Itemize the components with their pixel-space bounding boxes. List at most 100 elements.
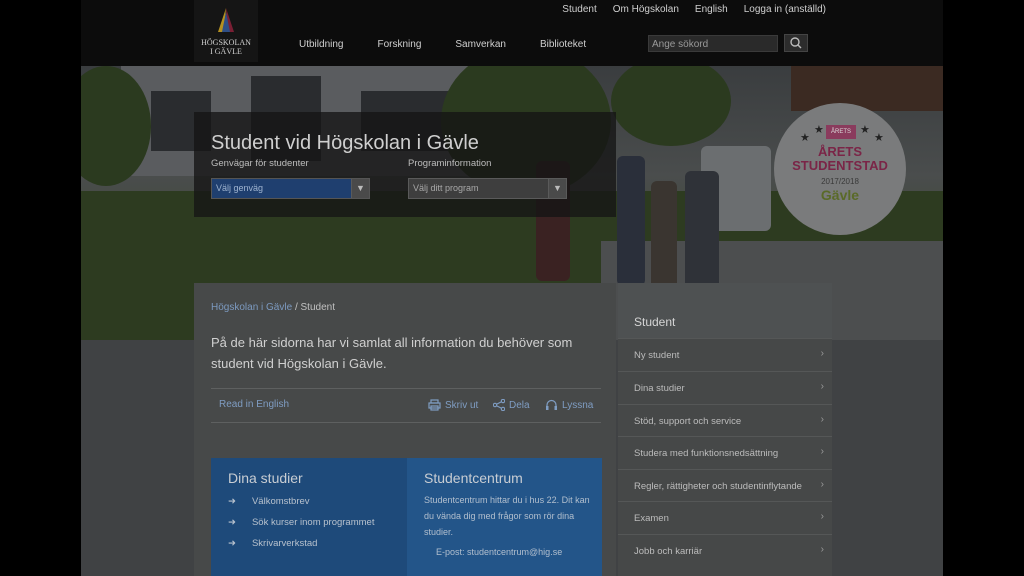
sidebar-item-stod[interactable]: Stöd, support och service ›	[618, 404, 832, 436]
sidebar-item-label: Examen	[634, 513, 669, 524]
chevron-right-icon: ›	[820, 544, 824, 555]
top-link-student[interactable]: Student	[562, 4, 596, 15]
logo[interactable]: HÖGSKOLAN I GÄVLE	[194, 0, 258, 62]
program-select[interactable]: Välj ditt program ▼	[408, 178, 567, 199]
star-icon: ★	[874, 132, 884, 144]
star-icon: ★	[860, 124, 870, 136]
sidebar-item-label: Dina studier	[634, 383, 685, 394]
search-input[interactable]: Ange sökord	[648, 35, 778, 52]
logo-text: HÖGSKOLAN I GÄVLE	[194, 38, 258, 56]
person	[651, 181, 677, 291]
sidebar-item-examen[interactable]: Examen ›	[618, 501, 832, 533]
logo-line2: I GÄVLE	[210, 47, 242, 56]
printer-icon	[428, 399, 441, 411]
arrow-right-icon: ➜	[228, 517, 236, 528]
logo-icon	[218, 8, 234, 32]
nav-samverkan[interactable]: Samverkan	[455, 39, 506, 50]
chevron-right-icon: ›	[820, 414, 824, 425]
sidebar-header: Student	[618, 283, 832, 338]
badge-line2: STUDENTSTAD	[792, 158, 888, 173]
share-button[interactable]: Dela	[493, 399, 530, 411]
nav-forskning[interactable]: Forskning	[377, 39, 421, 50]
main-nav: Utbildning Forskning Samverkan Bibliotek…	[299, 39, 620, 50]
card-link-label: Sök kurser inom programmet	[251, 517, 375, 528]
studentcentrum-email[interactable]: E-post: studentcentrum@hig.se	[436, 547, 562, 557]
card-link-label: Skrivarverkstad	[251, 538, 318, 549]
sidebar-item-label: Regler, rättigheter och studentinflytand…	[634, 481, 802, 492]
card-link-valkomstbrev[interactable]: ➜ Välkomstbrev	[228, 496, 310, 507]
arrow-right-icon: ➜	[228, 538, 236, 549]
nav-biblioteket[interactable]: Biblioteket	[540, 39, 586, 50]
sidebar-item-jobb[interactable]: Jobb och karriär ›	[618, 534, 832, 566]
top-bar: Student Om Högskolan English Logga in (a…	[81, 0, 943, 66]
card-link-label: Välkomstbrev	[251, 496, 310, 507]
top-link-login[interactable]: Logga in (anställd)	[744, 4, 826, 15]
nav-utbildning[interactable]: Utbildning	[299, 39, 343, 50]
breadcrumb-home[interactable]: Högskolan i Gävle	[211, 302, 292, 313]
main-content: Högskolan i Gävle / Student På de här si…	[194, 283, 616, 576]
sidebar-item-label: Jobb och karriär	[634, 546, 703, 557]
page: Student Om Högskolan English Logga in (a…	[81, 0, 943, 576]
card-link-sok-kurser[interactable]: ➜ Sök kurser inom programmet	[228, 517, 374, 528]
star-icon: ★	[800, 132, 810, 144]
headphones-icon	[546, 399, 557, 410]
program-label: Programinformation	[408, 158, 492, 169]
logo-line1: HÖGSKOLAN	[201, 38, 251, 47]
shortcuts-select-value: Välj genväg	[216, 183, 264, 193]
intro-text: På de här sidorna har vi samlat all info…	[211, 335, 573, 371]
sidebar-item-regler[interactable]: Regler, rättigheter och studentinflytand…	[618, 469, 832, 501]
arrow-right-icon: ➜	[228, 496, 236, 507]
chevron-right-icon: ›	[820, 348, 824, 359]
print-label: Skriv ut	[445, 399, 479, 411]
chevron-down-icon[interactable]: ▼	[548, 179, 566, 198]
sidebar-item-dina-studier[interactable]: Dina studier ›	[618, 371, 832, 403]
search-icon	[790, 37, 802, 49]
tools-bar: Read in English Skriv ut Dela Lyssna	[211, 388, 601, 423]
breadcrumb: Högskolan i Gävle / Student	[211, 302, 335, 313]
sidebar-item-ny-student[interactable]: Ny student ›	[618, 338, 832, 370]
listen-label: Lyssna	[562, 399, 594, 411]
sidebar-item-label: Stöd, support och service	[634, 416, 742, 427]
top-links: Student Om Högskolan English Logga in (a…	[546, 4, 826, 15]
tree	[611, 66, 731, 146]
sidebar-title: Student	[634, 315, 676, 329]
dina-studier-title: Dina studier	[228, 470, 303, 486]
shortcuts-select[interactable]: Välj genväg ▼	[211, 178, 370, 199]
sidebar: Student Ny student › Dina studier › Stöd…	[618, 283, 832, 576]
studentcentrum-title: Studentcentrum	[424, 470, 523, 486]
brick-wall	[791, 66, 943, 111]
print-button[interactable]: Skriv ut	[428, 399, 478, 411]
top-link-english[interactable]: English	[695, 4, 728, 15]
read-in-english-link[interactable]: Read in English	[219, 399, 289, 410]
chevron-right-icon: ›	[820, 511, 824, 522]
program-select-value: Välj ditt program	[413, 183, 479, 193]
badge-flag: ÅRETS	[826, 125, 856, 139]
badge-city: Gävle	[820, 187, 860, 203]
chevron-down-icon[interactable]: ▼	[351, 179, 369, 198]
star-icon: ★	[814, 124, 824, 136]
sidebar-item-label: Ny student	[634, 350, 680, 361]
chevron-right-icon: ›	[820, 479, 824, 490]
badge-years: 2017/2018	[821, 177, 859, 186]
student-city-badge: ★ ★ ★ ★ ÅRETS ÅRETS STUDENTSTAD 2017/201…	[774, 103, 906, 235]
chevron-right-icon: ›	[820, 381, 824, 392]
person	[617, 156, 645, 286]
sidebar-item-funktionsnedsattning[interactable]: Studera med funktionsnedsättning ›	[618, 436, 832, 468]
search-button[interactable]	[784, 34, 808, 52]
shortcuts-label: Genvägar för studenter	[211, 158, 309, 169]
badge-title: ÅRETS STUDENTSTAD	[774, 145, 906, 173]
chevron-right-icon: ›	[820, 446, 824, 457]
listen-button[interactable]: Lyssna	[545, 399, 593, 411]
share-icon	[493, 399, 505, 411]
card-link-skrivarverkstad[interactable]: ➜ Skrivarverkstad	[228, 538, 317, 549]
hero-panel: Student vid Högskolan i Gävle Genvägar f…	[194, 112, 616, 217]
share-label: Dela	[509, 399, 530, 411]
studentcentrum-card: Studentcentrum Studentcentrum hittar du …	[407, 458, 602, 576]
studentcentrum-text: Studentcentrum hittar du i hus 22. Dit k…	[424, 495, 590, 537]
sidebar-item-label: Studera med funktionsnedsättning	[634, 448, 779, 459]
person	[685, 171, 719, 291]
breadcrumb-current: Student	[300, 302, 335, 313]
top-link-om-hogskolan[interactable]: Om Högskolan	[613, 4, 679, 15]
dina-studier-card: Dina studier ➜ Välkomstbrev ➜ Sök kurser i…	[211, 458, 407, 576]
badge-line1: ÅRETS	[817, 144, 863, 159]
